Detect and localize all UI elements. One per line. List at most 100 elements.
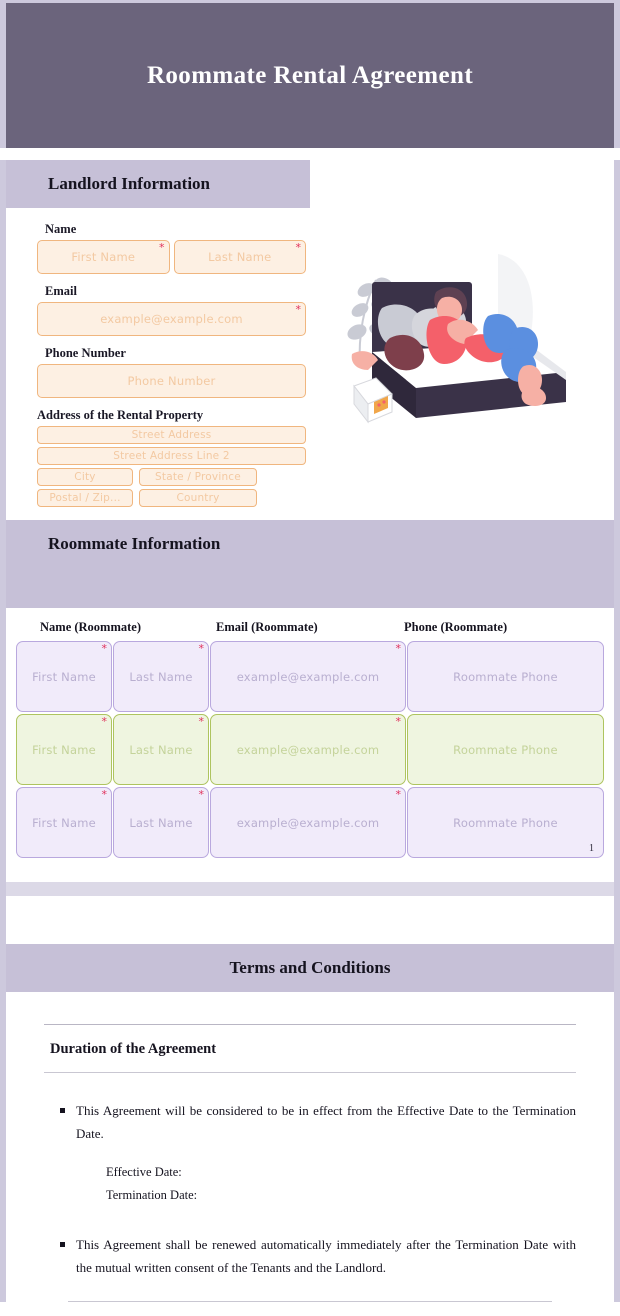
landlord-section-header: Landlord Information xyxy=(6,160,310,208)
section-separator xyxy=(0,882,620,896)
roommate-last-name-placeholder: Last Name xyxy=(129,815,193,830)
roommate-first-name-input[interactable]: First Name * xyxy=(16,787,112,858)
required-asterisk: * xyxy=(198,788,205,801)
landlord-postal-placeholder: Postal / Zip... xyxy=(49,492,121,504)
roommate-phone-placeholder: Roommate Phone xyxy=(453,815,558,830)
document-sheet: Landlord Information Name First Name * L… xyxy=(0,160,620,882)
landlord-street2-placeholder: Street Address Line 2 xyxy=(113,450,230,462)
table-row: First Name * Last Name * example@example… xyxy=(16,787,604,858)
roommate-email-input[interactable]: example@example.com * xyxy=(210,641,406,712)
name-group: Name First Name * Last Name * xyxy=(37,222,306,274)
postal-country-row: Postal / Zip... Country xyxy=(37,489,306,510)
landlord-country-placeholder: Country xyxy=(176,492,220,504)
landlord-email-input[interactable]: example@example.com * xyxy=(37,302,306,336)
terms-bullet-list: This Agreement will be considered to be … xyxy=(44,1099,576,1145)
column-header-name: Name (Roommate) xyxy=(40,620,142,634)
roommate-first-name-input[interactable]: First Name * xyxy=(16,714,112,785)
divider xyxy=(44,1072,576,1073)
document-header-banner: Roommate Rental Agreement xyxy=(0,0,620,148)
roommate-table-header: Name (Roommate) Email (Roommate) Phone (… xyxy=(16,608,604,641)
required-asterisk: * xyxy=(198,715,205,728)
roommates-on-bed-illustration xyxy=(306,222,614,431)
roommate-last-name-input[interactable]: Last Name * xyxy=(113,641,209,712)
required-asterisk: * xyxy=(395,715,402,728)
name-label: Name xyxy=(45,222,77,236)
terms-bullet-list: This Agreement shall be renewed automati… xyxy=(44,1233,576,1279)
roommate-section-title: Roommate Information xyxy=(48,534,221,553)
roommate-first-name-placeholder: First Name xyxy=(32,669,96,684)
terms-subsection-title: Duration of the Agreement xyxy=(50,1041,217,1057)
landlord-form: Name First Name * Last Name * Email exam… xyxy=(6,222,306,520)
effective-date-label: Effective Date: xyxy=(106,1165,182,1179)
address-label: Address of the Rental Property xyxy=(37,408,204,422)
landlord-state-input[interactable]: State / Province xyxy=(139,468,257,486)
terms-section-header: Terms and Conditions xyxy=(6,944,614,992)
landlord-first-name-placeholder: First Name xyxy=(71,250,136,264)
page-title: Roommate Rental Agreement xyxy=(146,61,474,89)
roommate-phone-input[interactable]: Roommate Phone xyxy=(407,787,604,858)
name-inputs-row: First Name * Last Name * xyxy=(37,240,306,274)
required-asterisk: * xyxy=(101,642,108,655)
phone-label: Phone Number xyxy=(45,346,126,360)
required-asterisk: * xyxy=(101,715,108,728)
roommate-last-name-placeholder: Last Name xyxy=(129,669,193,684)
column-header-phone: Phone (Roommate) xyxy=(404,620,508,634)
required-asterisk: * xyxy=(395,788,402,801)
city-state-row: City State / Province xyxy=(37,468,306,489)
roommate-last-name-input[interactable]: Last Name * xyxy=(113,787,209,858)
table-row: First Name * Last Name * example@example… xyxy=(16,714,604,785)
landlord-section-title: Landlord Information xyxy=(48,174,210,193)
roommate-first-name-placeholder: First Name xyxy=(32,815,96,830)
landlord-last-name-placeholder: Last Name xyxy=(208,250,272,264)
row-counter: 1 xyxy=(589,843,594,854)
landlord-street-placeholder: Street Address xyxy=(131,429,212,441)
landlord-street2-input[interactable]: Street Address Line 2 xyxy=(37,447,306,465)
termination-date-label: Termination Date: xyxy=(106,1188,198,1202)
roommate-last-name-input[interactable]: Last Name * xyxy=(113,714,209,785)
required-asterisk: * xyxy=(295,303,302,316)
roommate-phone-input[interactable]: Roommate Phone xyxy=(407,714,604,785)
landlord-city-input[interactable]: City xyxy=(37,468,133,486)
roommate-email-input[interactable]: example@example.com * xyxy=(210,714,406,785)
landlord-city-placeholder: City xyxy=(74,471,96,483)
address-group: Address of the Rental Property Street Ad… xyxy=(37,408,306,510)
column-header-email: Email (Roommate) xyxy=(216,620,318,634)
roommate-phone-placeholder: Roommate Phone xyxy=(453,742,558,757)
email-group: Email example@example.com * xyxy=(37,284,306,336)
email-label: Email xyxy=(45,284,77,298)
landlord-last-name-input[interactable]: Last Name * xyxy=(173,240,306,274)
roommate-first-name-input[interactable]: First Name * xyxy=(16,641,112,712)
agreement-page: Roommate Rental Agreement Landlord Infor… xyxy=(0,0,620,1316)
terms-body: Duration of the Agreement This Agreement… xyxy=(6,1024,614,1302)
landlord-phone-placeholder: Phone Number xyxy=(127,374,216,388)
roommate-phone-placeholder: Roommate Phone xyxy=(453,669,558,684)
roommate-phone-input[interactable]: Roommate Phone xyxy=(407,641,604,712)
required-asterisk: * xyxy=(101,788,108,801)
table-row: First Name * Last Name * example@example… xyxy=(16,641,604,712)
roommate-section-header: Roommate Information xyxy=(6,520,614,608)
phone-group: Phone Number Phone Number xyxy=(37,346,306,398)
roommate-email-placeholder: example@example.com xyxy=(236,742,380,757)
divider xyxy=(68,1301,552,1302)
roommate-email-input[interactable]: example@example.com * xyxy=(210,787,406,858)
terms-sheet: Terms and Conditions Duration of the Agr… xyxy=(0,896,620,1302)
landlord-state-placeholder: State / Province xyxy=(155,471,241,483)
landlord-phone-input[interactable]: Phone Number xyxy=(37,364,306,398)
required-asterisk: * xyxy=(295,241,302,254)
list-item: This Agreement shall be renewed automati… xyxy=(44,1233,576,1279)
landlord-street-input[interactable]: Street Address xyxy=(37,426,306,444)
roommate-table: Name (Roommate) Email (Roommate) Phone (… xyxy=(6,608,614,858)
list-item: This Agreement will be considered to be … xyxy=(44,1099,576,1145)
required-asterisk: * xyxy=(159,241,165,254)
landlord-country-input[interactable]: Country xyxy=(139,489,257,507)
landlord-first-name-input[interactable]: First Name * xyxy=(37,240,170,274)
date-fields: Effective Date: Termination Date: xyxy=(44,1161,576,1207)
landlord-email-placeholder: example@example.com xyxy=(100,312,243,326)
terms-section-title: Terms and Conditions xyxy=(229,958,391,977)
illustration-svg xyxy=(347,254,566,424)
roommate-email-placeholder: example@example.com xyxy=(236,669,380,684)
required-asterisk: * xyxy=(198,642,205,655)
landlord-postal-input[interactable]: Postal / Zip... xyxy=(37,489,133,507)
landlord-section: Name First Name * Last Name * Email exam… xyxy=(6,208,614,520)
roommate-first-name-placeholder: First Name xyxy=(32,742,96,757)
